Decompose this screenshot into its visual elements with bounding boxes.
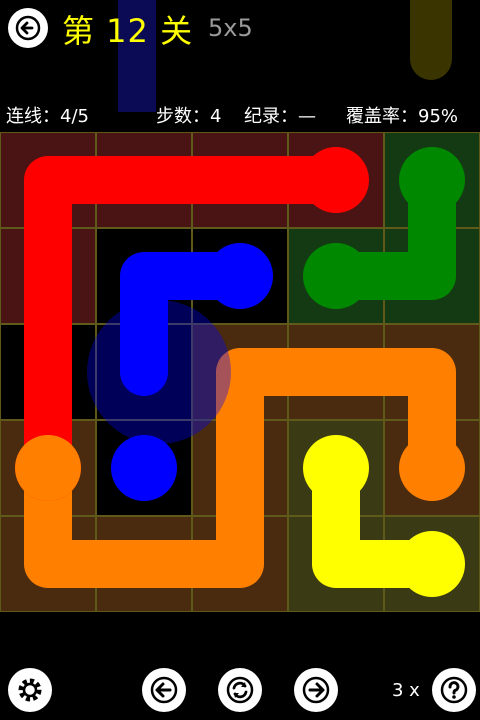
fill-percentage: 覆盖率：95% — [346, 106, 459, 127]
best-record: 纪录：— — [244, 106, 316, 127]
flow-endpoint-orange — [15, 435, 81, 501]
question-icon — [440, 676, 468, 704]
flows-counter: 连线：4/5 — [6, 106, 89, 127]
header: 第 12 关 5x5 — [0, 0, 480, 60]
gear-icon — [18, 678, 42, 702]
back-button[interactable] — [8, 8, 48, 48]
flow-endpoint-green — [399, 147, 465, 213]
next-level-button[interactable] — [294, 668, 338, 712]
flow-endpoint-orange — [399, 435, 465, 501]
flow-endpoint-red — [303, 147, 369, 213]
previous-level-button[interactable] — [142, 668, 186, 712]
flow-endpoint-blue — [207, 243, 273, 309]
arrow-right-icon — [302, 676, 330, 704]
restart-button[interactable] — [218, 668, 262, 712]
bottom-toolbar: 3 x — [0, 668, 480, 720]
refresh-icon — [226, 676, 254, 704]
game-board[interactable] — [0, 132, 480, 612]
flow-endpoint-yellow — [303, 435, 369, 501]
level-title: 第 12 关 — [62, 12, 194, 50]
status-bar: 连线：4/5 步数：4 纪录：— 覆盖率：95% — [0, 100, 480, 130]
drag-cursor-halo — [87, 300, 231, 444]
board-size-label: 5x5 — [208, 14, 253, 42]
settings-button[interactable] — [8, 668, 52, 712]
flow-endpoint-green — [303, 243, 369, 309]
arrow-left-icon — [150, 676, 178, 704]
arrow-left-icon — [15, 15, 41, 41]
hint-count: 3 x — [392, 680, 420, 701]
hint-button[interactable] — [432, 668, 476, 712]
flow-endpoint-yellow — [399, 531, 465, 597]
moves-counter: 步数：4 — [156, 106, 222, 127]
flow-endpoint-blue — [111, 435, 177, 501]
